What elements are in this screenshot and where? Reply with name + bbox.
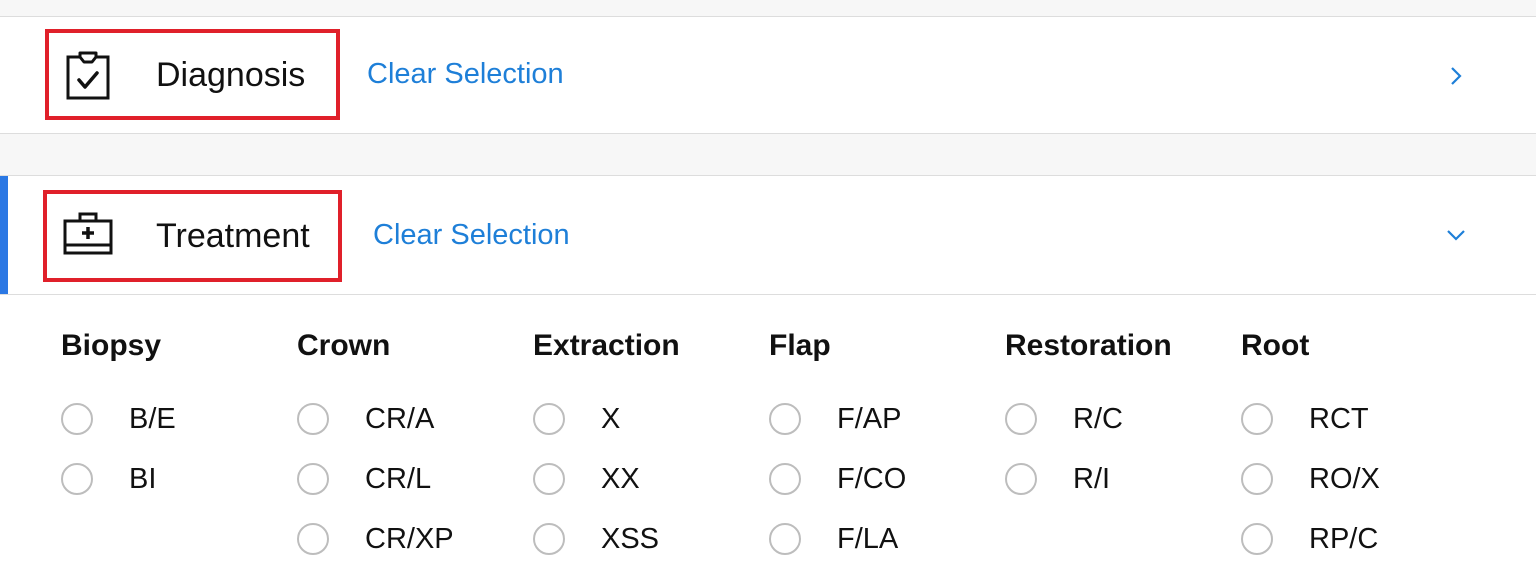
radio-button[interactable] — [533, 403, 565, 435]
diagnosis-title: Diagnosis — [156, 56, 306, 94]
radio-button[interactable] — [297, 463, 329, 495]
radio-button[interactable] — [1005, 403, 1037, 435]
chevron-down-icon[interactable] — [1445, 227, 1467, 248]
radio-button[interactable] — [533, 523, 565, 555]
category-flap: Flap F/AP F/CO F/LA — [769, 295, 1005, 569]
radio-button[interactable] — [297, 523, 329, 555]
option-label: RO/X — [1309, 463, 1380, 495]
option-label: CR/XP — [365, 523, 454, 555]
option-row[interactable]: B/E — [61, 401, 291, 441]
active-section-accent-bar — [0, 176, 8, 294]
option-label: XSS — [601, 523, 660, 555]
option-row[interactable]: XX — [533, 461, 763, 501]
option-row[interactable]: RP/C — [1241, 521, 1471, 561]
radio-button[interactable] — [1241, 523, 1273, 555]
treatment-section-header[interactable]: Treatment Clear Selection — [0, 176, 1536, 295]
category-title: Flap — [769, 329, 831, 362]
radio-button[interactable] — [1241, 463, 1273, 495]
option-row[interactable]: CR/L — [297, 461, 527, 501]
option-label: RP/C — [1309, 523, 1379, 555]
option-label: XX — [601, 463, 640, 495]
option-row[interactable]: X — [533, 401, 763, 441]
option-row[interactable]: RCT — [1241, 401, 1471, 441]
category-title: Crown — [297, 329, 391, 362]
option-row[interactable]: F/AP — [769, 401, 999, 441]
diagnosis-clear-selection-link[interactable]: Clear Selection — [367, 58, 564, 91]
diagnosis-section-header[interactable]: Diagnosis Clear Selection — [0, 17, 1536, 134]
option-row[interactable]: RO/X — [1241, 461, 1471, 501]
option-label: R/I — [1073, 463, 1111, 495]
treatment-title: Treatment — [156, 217, 310, 255]
option-label: CR/A — [365, 403, 435, 435]
option-row[interactable]: R/C — [1005, 401, 1235, 441]
radio-button[interactable] — [769, 463, 801, 495]
medical-kit-icon — [63, 211, 113, 262]
option-row[interactable]: F/LA — [769, 521, 999, 561]
category-root: Root RCT RO/X RP/C — [1241, 295, 1477, 569]
option-label: B/E — [129, 403, 176, 435]
option-label: BI — [129, 463, 157, 495]
option-label: F/CO — [837, 463, 907, 495]
option-label: R/C — [1073, 403, 1123, 435]
category-restoration: Restoration R/C R/I — [1005, 295, 1241, 569]
category-title: Root — [1241, 329, 1310, 362]
option-label: F/AP — [837, 403, 902, 435]
option-row[interactable]: BI — [61, 461, 291, 501]
category-extraction: Extraction X XX XSS — [533, 295, 769, 569]
top-separator-band — [0, 0, 1536, 17]
category-title: Restoration — [1005, 329, 1172, 362]
category-title: Biopsy — [61, 329, 162, 362]
category-title: Extraction — [533, 329, 680, 362]
radio-button[interactable] — [769, 523, 801, 555]
option-label: X — [601, 403, 621, 435]
radio-button[interactable] — [1005, 463, 1037, 495]
option-label: F/LA — [837, 523, 899, 555]
radio-button[interactable] — [769, 403, 801, 435]
section-separator-band — [0, 134, 1536, 176]
chevron-right-icon[interactable] — [1448, 65, 1464, 92]
option-row[interactable]: CR/A — [297, 401, 527, 441]
option-label: CR/L — [365, 463, 432, 495]
radio-button[interactable] — [61, 403, 93, 435]
option-row[interactable]: R/I — [1005, 461, 1235, 501]
treatment-clear-selection-link[interactable]: Clear Selection — [373, 219, 570, 252]
radio-button[interactable] — [1241, 403, 1273, 435]
radio-button[interactable] — [533, 463, 565, 495]
option-row[interactable]: XSS — [533, 521, 763, 561]
radio-button[interactable] — [61, 463, 93, 495]
option-row[interactable]: F/CO — [769, 461, 999, 501]
category-crown: Crown CR/A CR/L CR/XP — [297, 295, 533, 569]
clipboard-check-icon — [64, 51, 112, 106]
category-biopsy: Biopsy B/E BI — [61, 295, 297, 569]
radio-button[interactable] — [297, 403, 329, 435]
treatment-options-panel: Biopsy B/E BI Crown CR/A CR/L CR/XP Extr… — [0, 295, 1536, 569]
option-label: RCT — [1309, 403, 1369, 435]
option-row[interactable]: CR/XP — [297, 521, 527, 561]
